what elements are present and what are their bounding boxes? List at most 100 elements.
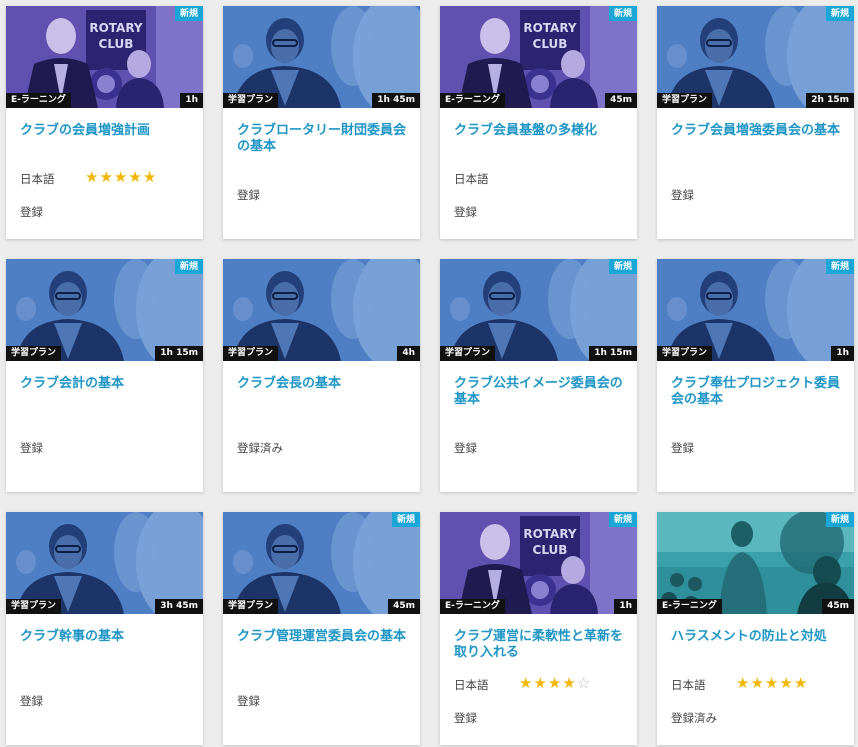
course-card[interactable]: ROTARY CLUB 新規 E-ラーニング 1h クラブ運営に柔軟性と革新を取… [440,512,637,745]
duration-badge: 45m [605,93,637,108]
course-card[interactable]: 新規 学習プラン 1h 15m クラブ公共イメージ委員会の基本 登録 [440,259,637,492]
course-card[interactable]: 新規 学習プラン 2h 15m クラブ会員増強委員会の基本 登録 [657,6,854,239]
course-thumbnail[interactable]: 新規 学習プラン 1h [657,259,854,361]
course-type-badge: 学習プラン [223,599,279,614]
course-type-badge: E-ラーニング [440,93,505,108]
course-thumbnail[interactable]: 学習プラン 1h 45m [223,6,420,108]
course-card[interactable]: 学習プラン 4h クラブ会長の基本 登録済み [223,259,420,492]
star-filled-icon: ★ [547,674,563,692]
course-card[interactable]: 新規 学習プラン 1h 15m クラブ会計の基本 登録 [6,259,203,492]
course-grid: ROTARY CLUB 新規 E-ラーニング 1h クラブの会員増強計画 日本語… [0,0,858,747]
course-type-badge: 学習プラン [440,346,496,361]
course-title-link[interactable]: クラブ運営に柔軟性と革新を取り入れる [454,629,626,661]
star-filled-icon: ★ [85,168,100,186]
course-type-badge: 学習プラン [657,346,713,361]
duration-badge: 1h 15m [589,346,637,361]
new-badge: 新規 [608,6,637,21]
enrollment-status: 登録 [237,694,260,708]
course-thumbnail[interactable]: 新規 学習プラン 45m [223,512,420,614]
language-label: 日本語 [20,172,55,186]
course-card[interactable]: 新規 学習プラン 1h クラブ奉仕プロジェクト委員会の基本 登録 [657,259,854,492]
svg-text:CLUB: CLUB [99,37,134,51]
course-thumbnail[interactable]: 新規 E-ラーニング 45m [657,512,854,614]
course-thumbnail[interactable]: 学習プラン 3h 45m [6,512,203,614]
course-title-link[interactable]: クラブロータリー財団委員会の基本 [237,123,409,155]
course-title-link[interactable]: クラブ会員基盤の多様化 [454,123,626,139]
star-filled-icon: ★ [562,674,577,692]
duration-badge: 45m [822,599,854,614]
course-title-link[interactable]: ハラスメントの防止と対処 [671,629,843,645]
star-filled-icon: ★ [142,168,158,186]
duration-badge: 1h [831,346,854,361]
enrollment-status: 登録 [237,188,260,202]
course-type-badge: 学習プラン [223,93,279,108]
course-title-link[interactable]: クラブ管理運営委員会の基本 [237,629,409,645]
course-title-link[interactable]: クラブ会員増強委員会の基本 [671,123,843,139]
course-card[interactable]: 新規 学習プラン 45m クラブ管理運営委員会の基本 登録 [223,512,420,745]
course-title-link[interactable]: クラブ奉仕プロジェクト委員会の基本 [671,376,843,408]
course-title-link[interactable]: クラブ幹事の基本 [20,629,192,645]
course-title-link[interactable]: クラブの会員増強計画 [20,123,192,139]
new-badge: 新規 [391,512,420,527]
star-filled-icon: ★ [519,674,534,692]
enrollment-status: 登録 [671,188,694,202]
duration-badge: 3h 45m [155,599,203,614]
course-thumbnail[interactable]: 新規 学習プラン 2h 15m [657,6,854,108]
course-type-badge: E-ラーニング [657,599,722,614]
duration-badge: 1h 45m [372,93,420,108]
course-title-link[interactable]: クラブ公共イメージ委員会の基本 [454,376,626,408]
svg-text:ROTARY: ROTARY [523,527,577,541]
star-filled-icon: ★ [113,168,129,186]
course-card[interactable]: 学習プラン 3h 45m クラブ幹事の基本 登録 [6,512,203,745]
star-filled-icon: ★ [750,674,765,692]
course-type-badge: 学習プラン [223,346,279,361]
duration-badge: 1h [614,599,637,614]
enrollment-status: 登録 [20,441,43,455]
duration-badge: 45m [388,599,420,614]
duration-badge: 1h [180,93,203,108]
course-title-link[interactable]: クラブ会長の基本 [237,376,409,392]
new-badge: 新規 [825,259,854,274]
duration-badge: 4h [397,346,420,361]
new-badge: 新規 [174,259,203,274]
star-filled-icon: ★ [779,674,794,692]
star-filled-icon: ★ [128,168,143,186]
enrollment-status: 登録 [454,441,477,455]
course-card[interactable]: ROTARY CLUB 新規 E-ラーニング 45m クラブ会員基盤の多様化 日… [440,6,637,239]
star-filled-icon: ★ [736,674,751,692]
course-thumbnail[interactable]: 新規 学習プラン 1h 15m [6,259,203,361]
course-thumbnail[interactable]: 新規 学習プラン 1h 15m [440,259,637,361]
enrollment-status: 登録 [20,205,43,219]
course-thumbnail[interactable]: 学習プラン 4h [223,259,420,361]
new-badge: 新規 [825,512,854,527]
course-thumbnail[interactable]: ROTARY CLUB 新規 E-ラーニング 45m [440,6,637,108]
course-type-badge: E-ラーニング [6,93,71,108]
course-card[interactable]: ROTARY CLUB 新規 E-ラーニング 1h クラブの会員増強計画 日本語… [6,6,203,239]
course-type-badge: 学習プラン [6,346,62,361]
rating-stars: ★★★★★ [85,169,157,186]
duration-badge: 1h 15m [155,346,203,361]
new-badge: 新規 [825,6,854,21]
star-empty-icon: ☆ [576,674,592,692]
enrollment-status: 登録済み [237,441,283,455]
svg-text:CLUB: CLUB [533,543,568,557]
course-card[interactable]: 新規 E-ラーニング 45m ハラスメントの防止と対処 日本語 ★★★★★ 登録… [657,512,854,745]
svg-text:ROTARY: ROTARY [523,21,577,35]
course-thumbnail[interactable]: ROTARY CLUB 新規 E-ラーニング 1h [6,6,203,108]
star-filled-icon: ★ [533,674,548,692]
course-type-badge: E-ラーニング [440,599,505,614]
rating-stars: ★★★★☆ [519,675,591,692]
course-title-link[interactable]: クラブ会計の基本 [20,376,192,392]
language-label: 日本語 [671,678,706,692]
course-card[interactable]: 学習プラン 1h 45m クラブロータリー財団委員会の基本 登録 [223,6,420,239]
course-type-badge: 学習プラン [6,599,62,614]
new-badge: 新規 [174,6,203,21]
star-filled-icon: ★ [99,168,114,186]
enrollment-status: 登録 [454,205,477,219]
enrollment-status: 登録 [671,441,694,455]
enrollment-status: 登録 [20,694,43,708]
course-thumbnail[interactable]: ROTARY CLUB 新規 E-ラーニング 1h [440,512,637,614]
course-type-badge: 学習プラン [657,93,713,108]
svg-text:CLUB: CLUB [533,37,568,51]
enrollment-status: 登録済み [671,711,717,725]
